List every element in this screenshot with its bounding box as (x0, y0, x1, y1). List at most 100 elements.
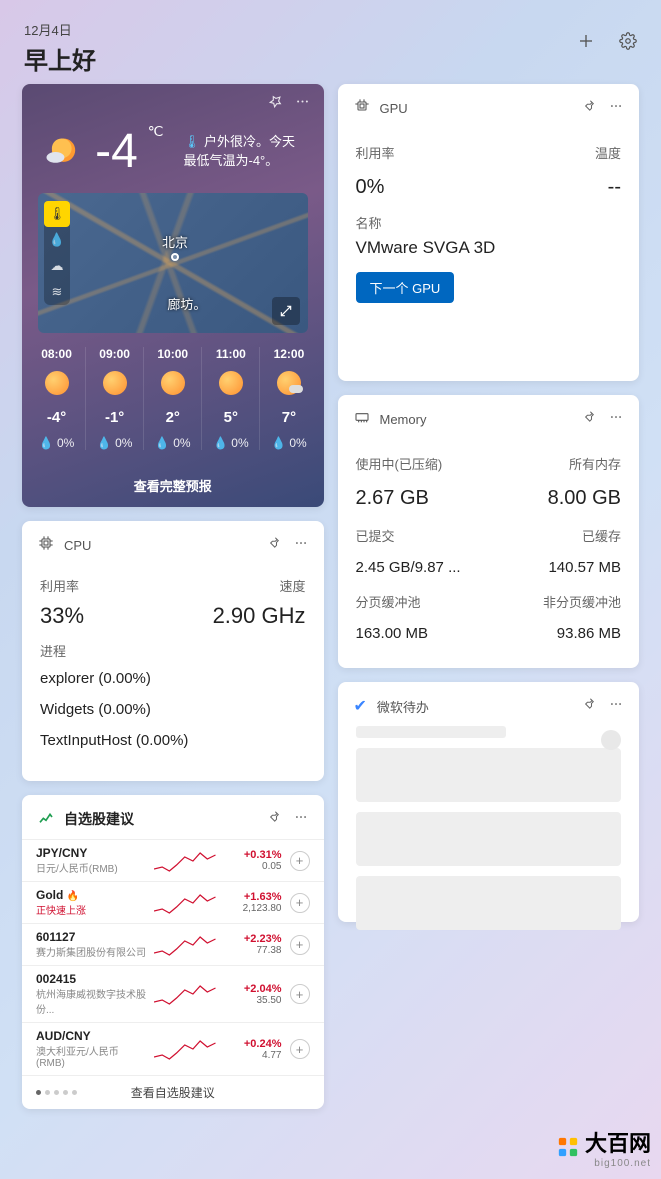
cpu-speed-label: 速度 (279, 576, 305, 595)
stock-row[interactable]: AUD/CNY澳大利亚元/人民币(RMB)+0.24%4.77+ (22, 1022, 324, 1075)
pin-icon[interactable] (581, 410, 595, 429)
more-icon[interactable] (294, 536, 308, 555)
pin-icon[interactable] (266, 810, 280, 829)
stock-add-button[interactable]: + (290, 935, 310, 955)
pin-icon[interactable] (268, 94, 283, 114)
weather-card: -4 ℃ 🌡户外很冷。今天最低气温为-4°。 🌡 💧 ☁ ≋ 北京 廊坊。 08… (22, 84, 324, 507)
stock-sparkline (154, 931, 216, 959)
cpu-process-item: Widgets (0.00%) (40, 701, 306, 718)
weather-hour: 09:00-1°💧 0% (86, 347, 144, 450)
mem-used-value: 2.67 GB (356, 487, 429, 510)
hour-temp: 2° (144, 409, 201, 426)
stock-pct: +0.24% (224, 1038, 282, 1050)
weather-hour: 11:005°💧 0% (202, 347, 260, 450)
cpu-card: CPU 利用率 速度 33% 2.90 GHz 进程 explorer (0.0… (22, 521, 324, 781)
stock-price: 2,123.80 (224, 903, 282, 914)
map-tab-temp[interactable]: 🌡 (44, 201, 70, 227)
stock-add-button[interactable]: + (290, 851, 310, 871)
todo-check-icon: ✔ (354, 696, 367, 716)
stock-sparkline (154, 1035, 216, 1063)
gpu-name-label: 名称 (356, 213, 622, 232)
stock-row[interactable]: 002415杭州海康威视数字技术股份...+2.04%35.50+ (22, 965, 324, 1022)
weather-forecast-link[interactable]: 查看完整预报 (22, 464, 324, 507)
watermark-logo-icon (557, 1136, 579, 1158)
mem-commit-value: 2.45 GB/9.87 ... (356, 559, 461, 576)
map-tab-precip[interactable]: 💧 (44, 227, 70, 253)
add-widget-button[interactable] (577, 32, 595, 50)
stock-sparkline (154, 889, 216, 917)
hour-time: 08:00 (28, 347, 85, 361)
settings-button[interactable] (619, 32, 637, 50)
pin-icon[interactable] (266, 536, 280, 555)
map-layer-tabs[interactable]: 🌡 💧 ☁ ≋ (44, 201, 70, 305)
weather-hour: 08:00-4°💧 0% (28, 347, 86, 450)
stock-name: Gold 🔥 (36, 888, 146, 902)
header-greeting: 早上好 (24, 41, 96, 76)
stock-price: 77.38 (224, 945, 282, 956)
cpu-chip-icon (38, 535, 54, 556)
next-gpu-button[interactable]: 下一个 GPU (356, 272, 455, 303)
gpu-temp-value: -- (608, 176, 621, 199)
cpu-speed-value: 2.90 GHz (213, 603, 306, 629)
more-icon[interactable] (295, 94, 310, 114)
hour-time: 10:00 (144, 347, 201, 361)
more-icon[interactable] (609, 697, 623, 716)
stock-sub: 赛力斯集团股份有限公司 (36, 944, 146, 959)
stock-row[interactable]: JPY/CNY日元/人民币(RMB)+0.31%0.05+ (22, 839, 324, 881)
stocks-link[interactable]: 查看自选股建议 (104, 1084, 241, 1101)
more-icon[interactable] (609, 99, 623, 118)
gpu-card: GPU 利用率 温度 0% -- 名称 VMware SVGA 3D 下一个 G… (338, 84, 640, 381)
stock-name: 002415 (36, 972, 146, 986)
todo-skeleton (356, 726, 507, 738)
gpu-title: GPU (380, 101, 572, 116)
hour-humidity: 💧 0% (144, 436, 201, 450)
map-expand-button[interactable] (272, 297, 300, 325)
weather-temp: -4 (95, 124, 138, 179)
mem-cached-value: 140.57 MB (548, 559, 621, 576)
weather-hour: 10:00 2° 💧 0% (144, 347, 202, 450)
todo-skeleton-item (356, 812, 622, 866)
gpu-util-value: 0% (356, 176, 385, 199)
hour-temp: 5° (202, 409, 259, 426)
mem-nonpaged-label: 非分页缓冲池 (543, 592, 621, 611)
memory-title: Memory (380, 412, 572, 427)
more-icon[interactable] (609, 410, 623, 429)
stock-sub: 日元/人民币(RMB) (36, 860, 146, 875)
weather-hour: 12:007°💧 0% (260, 347, 317, 450)
weather-map[interactable]: 🌡 💧 ☁ ≋ 北京 廊坊。 (38, 193, 308, 333)
cpu-proc-label: 进程 (40, 641, 306, 660)
cpu-process-item: TextInputHost (0.00%) (40, 732, 306, 749)
todo-skeleton-item (356, 876, 622, 930)
stock-row[interactable]: 601127赛力斯集团股份有限公司+2.23%77.38+ (22, 923, 324, 965)
stocks-pager[interactable] (36, 1090, 104, 1095)
hour-temp: -4° (28, 409, 85, 426)
stock-name: JPY/CNY (36, 846, 146, 860)
watermark: 大百网 big100.net (557, 1126, 651, 1169)
cpu-util-label: 利用率 (40, 576, 79, 595)
mem-commit-label: 已提交 (356, 526, 395, 545)
stock-add-button[interactable]: + (290, 893, 310, 913)
hour-humidity: 💧 0% (86, 436, 143, 450)
stock-pct: +1.63% (224, 891, 282, 903)
map-city-langfang: 廊坊。 (167, 294, 206, 313)
mem-paged-value: 163.00 MB (356, 625, 429, 642)
stocks-card: 自选股建议 JPY/CNY日元/人民币(RMB)+0.31%0.05+Gold … (22, 795, 324, 1109)
more-icon[interactable] (294, 810, 308, 829)
stock-price: 0.05 (224, 861, 282, 872)
pin-icon[interactable] (581, 99, 595, 118)
stock-add-button[interactable]: + (290, 984, 310, 1004)
map-tab-wind[interactable]: ≋ (44, 279, 70, 305)
stocks-icon (38, 811, 54, 827)
stock-row[interactable]: Gold 🔥正快速上涨+1.63%2,123.80+ (22, 881, 324, 923)
hour-weather-icon (45, 371, 69, 395)
cpu-title: CPU (64, 538, 256, 553)
gpu-util-label: 利用率 (356, 143, 395, 162)
pin-icon[interactable] (581, 697, 595, 716)
mem-total-label: 所有内存 (569, 454, 621, 473)
stock-pct: +2.04% (224, 983, 282, 995)
stock-price: 4.77 (224, 1050, 282, 1061)
map-tab-cloud[interactable]: ☁ (44, 253, 70, 279)
stock-add-button[interactable]: + (290, 1039, 310, 1059)
header-date: 12月4日 (24, 20, 96, 39)
stock-sub: 澳大利亚元/人民币(RMB) (36, 1043, 146, 1069)
